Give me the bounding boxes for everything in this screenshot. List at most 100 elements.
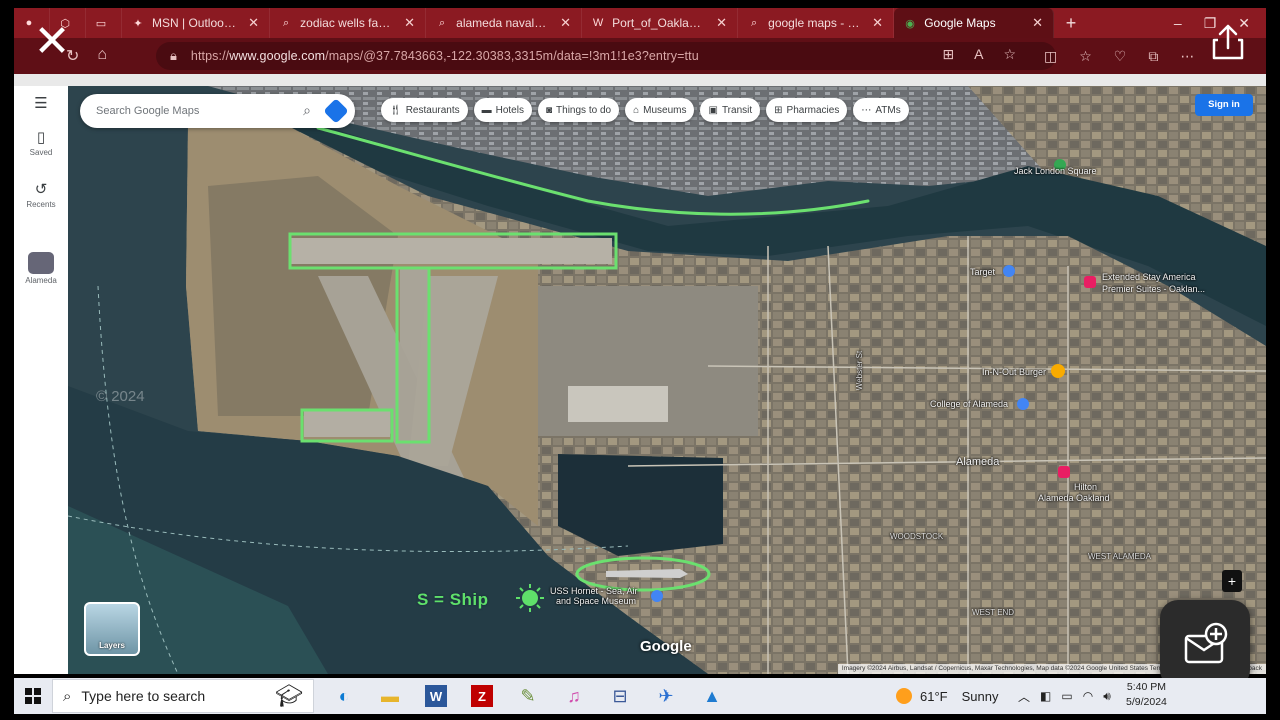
fork-knife-icon: 🍴︎ <box>389 104 402 116</box>
google-logo: Google <box>640 638 692 655</box>
minimize-icon[interactable]: – <box>1174 15 1182 32</box>
tab-port-oakland[interactable]: W Port_of_Oakland_ar ✕ <box>582 8 738 38</box>
word-icon[interactable]: W <box>425 685 447 707</box>
chip-label: Restaurants <box>405 104 460 116</box>
map-watermark: © 2024 <box>96 388 145 405</box>
edge-icon[interactable]: ◐ <box>328 680 360 712</box>
tab-msn[interactable]: ✦ MSN | Outlook, Offi ✕ <box>122 8 270 38</box>
map-label-extended-stay-2[interactable]: Premier Suites - Oaklan... <box>1102 284 1205 294</box>
itunes-icon[interactable]: ♫ <box>558 680 590 712</box>
close-icon[interactable]: ✕ <box>404 15 415 31</box>
collections-icon[interactable]: ⧉ <box>1148 48 1158 65</box>
compose-mail-button[interactable] <box>1160 600 1250 688</box>
museum-icon: ⌂ <box>633 104 640 116</box>
file-explorer-icon[interactable]: ▬ <box>374 680 406 712</box>
battery-icon[interactable]: ▭ <box>1061 689 1072 703</box>
tab-app-3[interactable]: ▭ <box>86 8 122 38</box>
photos-icon[interactable]: ▲ <box>696 680 728 712</box>
app-available-icon[interactable]: ⊞ <box>942 46 954 63</box>
read-aloud-icon[interactable]: A <box>974 46 983 63</box>
chip-label: Pharmacies <box>786 104 840 116</box>
close-icon[interactable]: ✕ <box>1032 15 1043 31</box>
search-icon: ⌕ <box>750 16 758 29</box>
viewer-close-icon[interactable]: ✕ <box>30 20 74 66</box>
maps-search-input[interactable]: Search Google Maps ⌕ <box>80 94 355 128</box>
taskbar-search-placeholder: Type here to search <box>81 688 206 704</box>
tab-alameda-nas[interactable]: ⌕ alameda naval air st ✕ <box>426 8 582 38</box>
tab-zodiac[interactable]: ⌕ zodiac wells fargo l ✕ <box>270 8 426 38</box>
search-icon: ⌕ <box>282 16 290 29</box>
rail-item-recents[interactable]: ↺ Recents <box>14 180 68 209</box>
meet-now-icon[interactable]: ◧ <box>1040 689 1051 703</box>
chip-label: Transit <box>721 104 753 116</box>
lock-icon[interactable]: 🔒︎ <box>170 48 177 64</box>
windows-logo-icon <box>25 688 41 704</box>
map-label-in-n-out[interactable]: In-N-Out Burger <box>982 367 1046 377</box>
close-icon[interactable]: ✕ <box>872 15 883 31</box>
map-label-hornet-2[interactable]: and Space Museum <box>556 596 636 606</box>
start-button[interactable] <box>14 678 52 714</box>
tab-google-maps-search[interactable]: ⌕ google maps - Sea ✕ <box>738 8 894 38</box>
chip-transit[interactable]: ▣ Transit <box>700 98 761 122</box>
system-clock[interactable]: 5:40 PM 5/9/2024 <box>1126 680 1167 710</box>
wifi-icon[interactable]: ◠ <box>1083 689 1093 703</box>
url-prefix: https:// <box>190 49 230 63</box>
search-icon: ⌕ <box>438 16 446 29</box>
airplane-app-icon[interactable]: ✈ <box>650 680 682 712</box>
favorites-icon[interactable]: ☆ <box>1079 48 1092 65</box>
close-icon[interactable]: ✕ <box>248 15 259 31</box>
screen: ● ⬡ ▭ ✦MSN | Outlook, Offi✕ ⌕zodiac well… <box>0 0 1280 720</box>
home-icon[interactable]: ⌂ <box>97 46 107 66</box>
url-text[interactable]: https://www.google.com/maps/@37.7843663,… <box>191 49 699 63</box>
zoom-in-button[interactable]: + <box>1222 570 1242 592</box>
taskbar-apps: ◐ ▬ W Z ✎ ♫ ⊟ ✈ ▲ <box>328 680 728 712</box>
map-label-college[interactable]: College of Alameda <box>930 399 1008 409</box>
taskbar-search-input[interactable]: ⌕ Type here to search 🎓︎ <box>52 679 314 713</box>
close-icon[interactable]: ✕ <box>560 15 571 31</box>
satellite-map[interactable]: Search Google Maps ⌕ 🍴︎ Restaurants ▬ Hote… <box>68 86 1266 674</box>
sign-in-button[interactable]: Sign in <box>1195 94 1253 116</box>
browser-essentials-icon[interactable]: ♡ <box>1114 48 1127 65</box>
map-label-target[interactable]: Target <box>970 267 995 277</box>
map-label-hilton-2[interactable]: Alameda Oakland <box>1038 493 1110 503</box>
favorite-star-icon[interactable]: ☆ <box>1003 46 1016 63</box>
chip-pharmacies[interactable]: ⊞ Pharmacies <box>766 98 848 122</box>
chevron-up-icon[interactable]: ︿ <box>1018 688 1030 705</box>
browser-toolbar-icons: ◫ ☆ ♡ ⧉ ⋯ <box>1044 48 1194 65</box>
close-icon[interactable]: ✕ <box>716 15 727 31</box>
map-label-jack-london[interactable]: Jack London Square <box>1014 166 1097 176</box>
share-icon[interactable] <box>1206 20 1250 64</box>
directions-icon[interactable] <box>323 98 349 124</box>
split-screen-icon[interactable]: ◫ <box>1044 48 1057 65</box>
tab-google-maps[interactable]: ◉ Google Maps ✕ <box>894 8 1054 38</box>
chip-things-to-do[interactable]: ◙ Things to do <box>537 98 620 122</box>
rail-item-alameda[interactable]: Alameda <box>14 252 68 285</box>
weather-widget[interactable]: 61°F Sunny <box>896 678 998 714</box>
settings-more-icon[interactable]: ⋯ <box>1180 48 1194 65</box>
rail-menu-icon[interactable]: ☰ <box>14 94 68 114</box>
map-label-hornet-1[interactable]: USS Hornet - Sea, Air <box>550 586 638 596</box>
paint-icon[interactable]: ✎ <box>512 680 544 712</box>
map-label-alameda[interactable]: Alameda <box>956 456 999 468</box>
system-tray: ︿ ◧ ▭ ◠ 🔊︎ <box>1018 678 1111 714</box>
chip-atms[interactable]: ⋯ ATMs <box>853 98 909 122</box>
chip-restaurants[interactable]: 🍴︎ Restaurants <box>381 98 468 122</box>
network-icon[interactable]: ⊟ <box>604 680 636 712</box>
rail-item-saved[interactable]: ▯ Saved <box>14 128 68 157</box>
address-bar[interactable]: 🔒︎ https://www.google.com/maps/@37.78436… <box>156 42 1056 70</box>
search-icon[interactable]: ⌕ <box>303 102 311 119</box>
filezilla-icon[interactable]: Z <box>471 685 493 707</box>
map-label-webster: Webster St <box>855 350 865 391</box>
map-label-west-alameda: WEST ALAMEDA <box>1088 552 1151 561</box>
share-arrow-icon <box>1212 24 1244 60</box>
chip-hotels[interactable]: ▬ Hotels <box>473 98 532 122</box>
map-label-hilton-1[interactable]: Hilton <box>1074 482 1097 492</box>
layers-button[interactable]: Layers <box>84 602 140 656</box>
tab-actions-icon: ▭ <box>95 17 107 30</box>
chip-museums[interactable]: ⌂ Museums <box>625 98 695 122</box>
new-tab-button[interactable]: + <box>1054 8 1088 38</box>
volume-icon[interactable]: 🔊︎ <box>1103 689 1111 704</box>
map-label-extended-stay-1[interactable]: Extended Stay America <box>1102 272 1196 282</box>
graduation-cap-icon: 🎓︎ <box>275 683 303 708</box>
sun-icon <box>896 688 912 704</box>
